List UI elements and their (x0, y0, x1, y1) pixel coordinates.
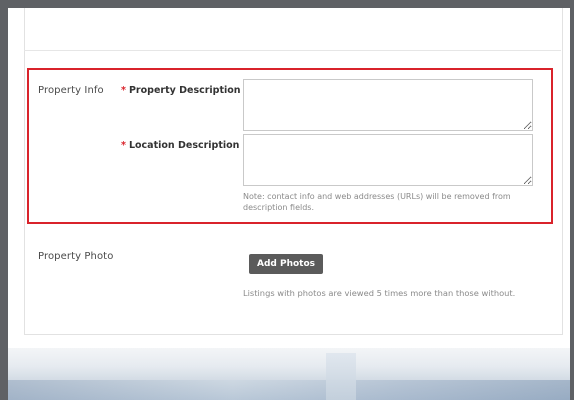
photo-hint: Listings with photos are viewed 5 times … (243, 288, 516, 298)
backdrop-left (0, 0, 8, 400)
background-image-band (8, 380, 570, 400)
property-info-highlight (27, 68, 553, 224)
listing-form-page: Property Info * Property Description * Loc… (8, 8, 570, 400)
card-divider (24, 50, 561, 51)
add-photos-button[interactable]: Add Photos (249, 254, 323, 274)
background-image-shape (326, 353, 356, 400)
property-photo-section-label: Property Photo (38, 251, 114, 262)
window-top-bar (0, 0, 574, 8)
backdrop-right (570, 0, 574, 400)
